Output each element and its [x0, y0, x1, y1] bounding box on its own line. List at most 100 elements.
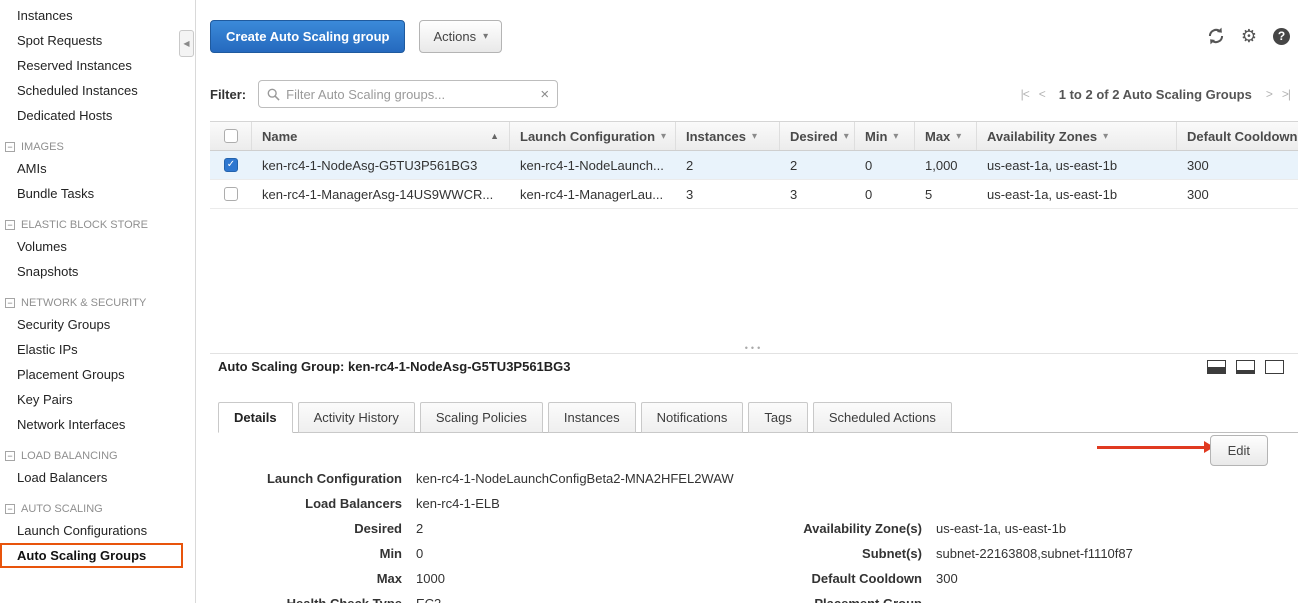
sidebar-item-bundle-tasks[interactable]: Bundle Tasks	[0, 181, 195, 206]
field-label: Desired	[210, 521, 402, 536]
column-header-instances[interactable]: Instances ▾	[676, 122, 780, 150]
clear-filter-icon[interactable]: ×	[540, 87, 549, 102]
column-header-desired[interactable]: Desired ▾	[780, 122, 855, 150]
row-checkbox-checked[interactable]: ✓	[224, 158, 238, 172]
chevron-down-icon: ▾	[893, 131, 898, 142]
sidebar-collapse-button[interactable]: ◀	[179, 30, 194, 57]
layout-bottom-half-icon[interactable]	[1207, 360, 1226, 374]
sidebar-item-auto-scaling-groups[interactable]: Auto Scaling Groups	[0, 543, 183, 568]
sidebar-item-reserved-instances[interactable]: Reserved Instances	[0, 53, 195, 78]
sidebar-item-amis[interactable]: AMIs	[0, 156, 195, 181]
detail-panel-header: Auto Scaling Group: ken-rc4-1-NodeAsg-G5…	[218, 359, 1284, 374]
search-icon	[267, 88, 280, 101]
layout-bottom-bar-icon[interactable]	[1236, 360, 1255, 374]
tab-activity-history[interactable]: Activity History	[298, 402, 415, 433]
sidebar-item-volumes[interactable]: Volumes	[0, 234, 195, 259]
sidebar-item-load-balancers[interactable]: Load Balancers	[0, 465, 195, 490]
panel-splitter[interactable]: •••	[210, 344, 1298, 354]
cell-max: 5	[915, 187, 977, 202]
column-label: Default Cooldown	[1187, 129, 1298, 144]
sidebar-section-elastic-block-store[interactable]: − ELASTIC BLOCK STORE	[5, 219, 195, 231]
pagination-prev-icon[interactable]: <	[1039, 87, 1045, 101]
cell-availability-zones: us-east-1a, us-east-1b	[977, 187, 1177, 202]
tab-scaling-policies[interactable]: Scaling Policies	[420, 402, 543, 433]
toolbar: Create Auto Scaling group Actions ▾ ⚙ ?	[210, 20, 1290, 52]
tab-tags[interactable]: Tags	[748, 402, 807, 433]
cell-launch-configuration: ken-rc4-1-NodeLaunch...	[510, 158, 676, 173]
column-header-max[interactable]: Max ▾	[915, 122, 977, 150]
column-header-min[interactable]: Min ▾	[855, 122, 915, 150]
actions-button-label: Actions	[433, 29, 476, 44]
detail-tabs: Details Activity History Scaling Policie…	[218, 402, 1298, 433]
sidebar-item-spot-requests[interactable]: Spot Requests	[0, 28, 195, 53]
gear-icon[interactable]: ⚙	[1241, 27, 1257, 45]
tab-details[interactable]: Details	[218, 402, 293, 433]
field-value: us-east-1a, us-east-1b	[936, 521, 1066, 536]
field-label: Launch Configuration	[210, 471, 402, 486]
sidebar-item-elastic-ips[interactable]: Elastic IPs	[0, 337, 195, 362]
sidebar-item-snapshots[interactable]: Snapshots	[0, 259, 195, 284]
pagination-last-icon[interactable]: >|	[1282, 87, 1290, 101]
sidebar-item-instances[interactable]: Instances	[0, 3, 195, 28]
row-checkbox-unchecked[interactable]	[224, 187, 238, 201]
column-header-default-cooldown[interactable]: Default Cooldown	[1177, 122, 1298, 150]
section-collapse-icon[interactable]: −	[5, 220, 15, 230]
cell-min: 0	[855, 158, 915, 173]
sidebar-section-network-security[interactable]: − NETWORK & SECURITY	[5, 297, 195, 309]
chevron-down-icon: ▾	[483, 31, 488, 42]
field-launch-configuration: Launch Configuration ken-rc4-1-NodeLaunc…	[210, 471, 734, 496]
detail-panel-title: Auto Scaling Group: ken-rc4-1-NodeAsg-G5…	[218, 359, 571, 374]
sidebar-item-placement-groups[interactable]: Placement Groups	[0, 362, 195, 387]
refresh-icon[interactable]	[1207, 27, 1225, 45]
edit-button[interactable]: Edit	[1210, 435, 1268, 466]
sidebar-item-security-groups[interactable]: Security Groups	[0, 312, 195, 337]
select-all-checkbox[interactable]	[210, 122, 252, 150]
splitter-grip-icon[interactable]: •••	[210, 344, 1298, 352]
layout-full-icon[interactable]	[1265, 360, 1284, 374]
sidebar-section-label: IMAGES	[21, 141, 64, 153]
section-collapse-icon[interactable]: −	[5, 504, 15, 514]
tab-instances[interactable]: Instances	[548, 402, 636, 433]
pane-layout-icons	[1197, 360, 1284, 374]
tab-notifications[interactable]: Notifications	[641, 402, 744, 433]
table-row[interactable]: ken-rc4-1-ManagerAsg-14US9WWCR... ken-rc…	[210, 180, 1298, 209]
column-header-name[interactable]: Name ▲	[252, 122, 510, 150]
detail-actions-row: Edit	[210, 433, 1298, 469]
create-auto-scaling-group-button[interactable]: Create Auto Scaling group	[210, 20, 405, 53]
table-row[interactable]: ✓ ken-rc4-1-NodeAsg-G5TU3P561BG3 ken-rc4…	[210, 151, 1298, 180]
annotation-arrow	[1097, 446, 1205, 449]
section-collapse-icon[interactable]: −	[5, 298, 15, 308]
cell-default-cooldown: 300	[1177, 158, 1298, 173]
field-min: Min 0	[210, 546, 734, 571]
sidebar-section-auto-scaling[interactable]: − AUTO SCALING	[5, 503, 195, 515]
detail-fields-right: Availability Zone(s) us-east-1a, us-east…	[700, 521, 1133, 603]
sidebar-item-key-pairs[interactable]: Key Pairs	[0, 387, 195, 412]
column-label: Launch Configuration	[520, 129, 655, 144]
sidebar-section-images[interactable]: − IMAGES	[5, 141, 195, 153]
sidebar-item-dedicated-hosts[interactable]: Dedicated Hosts	[0, 103, 195, 128]
help-icon[interactable]: ?	[1273, 28, 1290, 45]
sidebar-item-network-interfaces[interactable]: Network Interfaces	[0, 412, 195, 437]
pagination-next-icon[interactable]: >	[1266, 87, 1272, 101]
column-label: Desired	[790, 129, 838, 144]
section-collapse-icon[interactable]: −	[5, 142, 15, 152]
sidebar-section-label: NETWORK & SECURITY	[21, 297, 146, 309]
column-header-availability-zones[interactable]: Availability Zones ▾	[977, 122, 1177, 150]
tab-scheduled-actions[interactable]: Scheduled Actions	[813, 402, 952, 433]
section-collapse-icon[interactable]: −	[5, 451, 15, 461]
field-load-balancers: Load Balancers ken-rc4-1-ELB	[210, 496, 734, 521]
sidebar-item-scheduled-instances[interactable]: Scheduled Instances	[0, 78, 195, 103]
sidebar-section-load-balancing[interactable]: − LOAD BALANCING	[5, 450, 195, 462]
field-label: Load Balancers	[210, 496, 402, 511]
pagination-first-icon[interactable]: |<	[1021, 87, 1029, 101]
column-header-launch-configuration[interactable]: Launch Configuration ▾	[510, 122, 676, 150]
filter-input[interactable]	[286, 87, 534, 102]
chevron-down-icon: ▾	[844, 131, 849, 142]
filter-searchbox[interactable]: ×	[258, 80, 558, 108]
field-availability-zones: Availability Zone(s) us-east-1a, us-east…	[700, 521, 1133, 546]
actions-button[interactable]: Actions ▾	[419, 20, 502, 53]
sidebar-item-launch-configurations[interactable]: Launch Configurations	[0, 518, 195, 543]
field-value: 0	[416, 546, 423, 561]
filter-bar: Filter: × |< < 1 to 2 of 2 Auto Scaling …	[210, 79, 1290, 109]
field-label: Placement Group	[700, 596, 922, 603]
